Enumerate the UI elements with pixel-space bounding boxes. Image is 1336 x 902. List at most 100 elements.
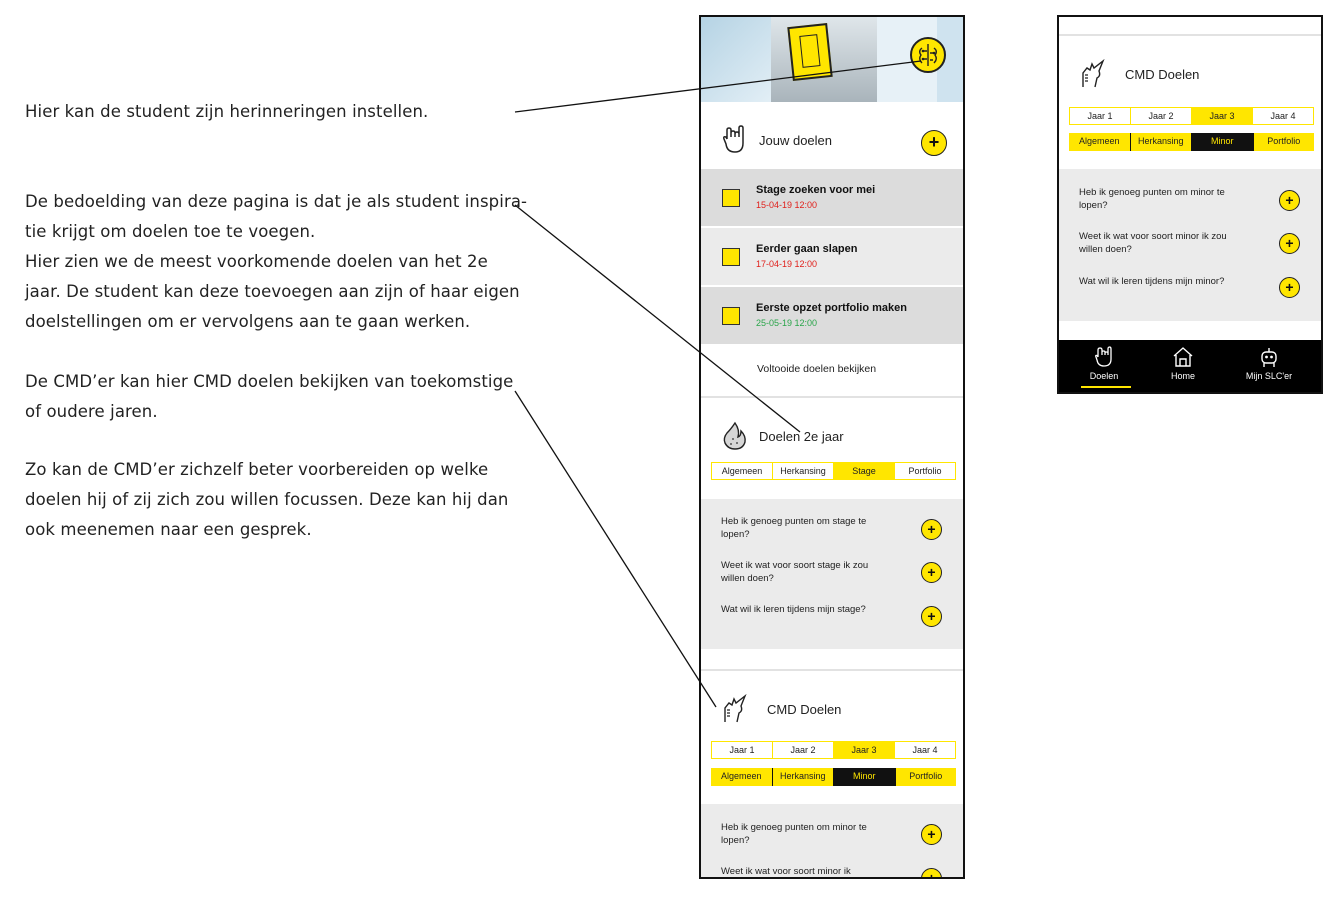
tab-herkansing[interactable]: Herkansing	[773, 463, 834, 479]
suggestion-list: Heb ik genoeg punten om stage te lopen? …	[701, 499, 963, 649]
goal-row[interactable]: Eerder gaan slapen 17-04-19 12:00	[701, 228, 963, 285]
tab-portfolio[interactable]: Portfolio	[1254, 133, 1315, 151]
goal-title: Eerder gaan slapen	[756, 243, 858, 255]
goal-date: 17-04-19 12:00	[756, 259, 818, 269]
goal-row[interactable]: Eerste opzet portfolio maken 25-05-19 12…	[701, 287, 963, 344]
annotation-prepare: Zo kan de CMD’er zichzelf beter voorbere…	[25, 455, 508, 545]
tab-minor[interactable]: Minor	[1192, 133, 1254, 151]
suggestion-text: Wat wil ik leren tijdens mijn stage?	[721, 604, 866, 615]
add-suggestion-button[interactable]: +	[921, 606, 942, 627]
section-title: CMD Doelen	[767, 702, 842, 717]
add-suggestion-button[interactable]: +	[921, 868, 942, 877]
suggestion-list: Heb ik genoeg punten om minor te lopen? …	[701, 804, 963, 877]
phone-screen-cmd: CMD Doelen Jaar 1 Jaar 2 Jaar 3 Jaar 4 A…	[1057, 15, 1323, 394]
suggestion-text: Heb ik genoeg punten om stage te lopen?	[721, 516, 867, 540]
goal-checkbox[interactable]	[722, 307, 740, 325]
section-cmd-doelen: CMD Doelen	[701, 690, 963, 730]
section-title: Jouw doelen	[759, 133, 832, 148]
suggestion-text: Weet ik wat voor soort minor ik	[721, 866, 851, 877]
annotation-cmd-years: De CMD’er kan hier CMD doelen bekijken v…	[25, 367, 513, 427]
tab-jaar-2[interactable]: Jaar 2	[1131, 108, 1192, 124]
tab-algemeen[interactable]: Algemeen	[711, 768, 773, 786]
section-title: Doelen 2e jaar	[759, 429, 844, 444]
house-icon	[1173, 347, 1193, 367]
flame-icon	[723, 421, 746, 450]
nav-label: Mijn SLC'er	[1245, 371, 1293, 381]
goal-date: 25-05-19 12:00	[756, 318, 818, 328]
photo-yellow-board	[787, 23, 833, 81]
section-doelen-2e-jaar: Doelen 2e jaar	[701, 417, 963, 457]
nav-doelen[interactable]: Doelen	[1069, 346, 1139, 381]
goal-checkbox[interactable]	[722, 248, 740, 266]
goal-title: Stage zoeken voor mei	[756, 184, 876, 196]
suggestion-text: Heb ik genoeg punten om minor te lopen?	[1079, 187, 1225, 211]
rock-hand-icon	[1095, 346, 1112, 367]
category-tabs: Algemeen Herkansing Stage Portfolio	[711, 462, 956, 480]
tab-algemeen[interactable]: Algemeen	[1069, 133, 1131, 151]
add-suggestion-button[interactable]: +	[921, 519, 942, 540]
annotation-line: Hier zien we de meest voorkomende doelen…	[25, 252, 488, 271]
active-nav-indicator	[1081, 386, 1131, 388]
tab-jaar-3[interactable]: Jaar 3	[834, 742, 895, 758]
add-goal-button[interactable]: +	[921, 130, 947, 156]
tab-portfolio[interactable]: Portfolio	[896, 768, 957, 786]
annotation-line: ook meenemen naar een gesprek.	[25, 520, 312, 539]
section-divider	[701, 669, 963, 671]
tab-jaar-2[interactable]: Jaar 2	[773, 742, 834, 758]
nav-label: Doelen	[1089, 371, 1119, 381]
robot-icon	[1261, 348, 1277, 367]
header-photo	[701, 17, 963, 102]
section-divider	[1059, 34, 1321, 36]
nav-mijn-slcer[interactable]: Mijn SLC'er	[1234, 346, 1304, 381]
tab-jaar-1[interactable]: Jaar 1	[712, 742, 773, 758]
tab-jaar-1[interactable]: Jaar 1	[1070, 108, 1131, 124]
goal-checkbox[interactable]	[722, 189, 740, 207]
tab-herkansing[interactable]: Herkansing	[1131, 133, 1192, 151]
suggestion-text: Heb ik genoeg punten om minor te lopen?	[721, 822, 867, 846]
suggestion-text: Wat wil ik leren tijdens mijn minor?	[1079, 276, 1225, 287]
unicorn-icon	[1082, 59, 1105, 88]
tab-herkansing[interactable]: Herkansing	[773, 768, 834, 786]
goal-row[interactable]: Stage zoeken voor mei 15-04-19 12:00	[701, 169, 963, 226]
suggestion-list: Heb ik genoeg punten om minor te lopen? …	[1059, 169, 1321, 321]
tab-algemeen[interactable]: Algemeen	[712, 463, 773, 479]
annotation-line: De bedoelding van deze pagina is dat je …	[25, 192, 528, 211]
photo-wall	[701, 17, 773, 102]
tab-minor[interactable]: Minor	[834, 768, 896, 786]
annotation-line: doelen hij of zij zich zou willen focuss…	[25, 490, 509, 509]
add-suggestion-button[interactable]: +	[1279, 277, 1300, 298]
category-tabs: Algemeen Herkansing Minor Portfolio	[1069, 133, 1314, 151]
goal-date: 15-04-19 12:00	[756, 200, 818, 210]
section-cmd-doelen: CMD Doelen	[1059, 55, 1321, 95]
annotation-line: De CMD’er kan hier CMD doelen bekijken v…	[25, 372, 514, 391]
tab-jaar-4[interactable]: Jaar 4	[1253, 108, 1313, 124]
section-divider	[701, 396, 963, 398]
nav-home[interactable]: Home	[1148, 346, 1218, 381]
annotation-reminders: Hier kan de student zijn herinneringen i…	[25, 97, 428, 127]
year-tabs: Jaar 1 Jaar 2 Jaar 3 Jaar 4	[1069, 107, 1314, 125]
annotation-line: Hier kan de student zijn herinneringen i…	[25, 102, 429, 121]
completed-goals-link[interactable]: Voltooide doelen bekijken	[701, 363, 963, 375]
annotation-inspiration: De bedoelding van deze pagina is dat je …	[25, 187, 527, 337]
tab-stage[interactable]: Stage	[834, 463, 895, 479]
tab-jaar-3[interactable]: Jaar 3	[1192, 108, 1253, 124]
connector-line	[514, 390, 717, 708]
annotation-line: doelstellingen om er vervolgens aan te g…	[25, 312, 471, 331]
reminders-brain-icon[interactable]	[910, 37, 946, 73]
add-suggestion-button[interactable]: +	[921, 562, 942, 583]
category-tabs: Algemeen Herkansing Minor Portfolio	[711, 768, 956, 786]
add-suggestion-button[interactable]: +	[1279, 233, 1300, 254]
annotation-line: of oudere jaren.	[25, 402, 158, 421]
year-tabs: Jaar 1 Jaar 2 Jaar 3 Jaar 4	[711, 741, 956, 759]
goal-title: Eerste opzet portfolio maken	[756, 302, 907, 314]
tab-portfolio[interactable]: Portfolio	[895, 463, 955, 479]
bottom-navigation: Doelen Home Mijn SLC'er	[1059, 340, 1321, 392]
tab-jaar-4[interactable]: Jaar 4	[895, 742, 955, 758]
annotation-line: jaar. De student kan deze toevoegen aan …	[25, 282, 520, 301]
add-suggestion-button[interactable]: +	[1279, 190, 1300, 211]
nav-label: Home	[1170, 371, 1195, 381]
unicorn-icon	[724, 694, 747, 723]
suggestion-text: Weet ik wat voor soort minor ik zou will…	[1079, 231, 1227, 255]
annotation-line: Zo kan de CMD’er zichzelf beter voorbere…	[25, 460, 489, 479]
add-suggestion-button[interactable]: +	[921, 824, 942, 845]
